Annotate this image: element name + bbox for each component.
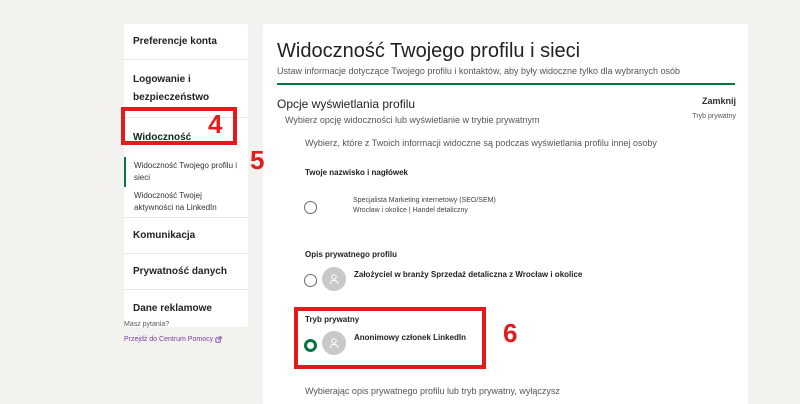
sidebar-subitem-activity[interactable]: Widoczność Twojej aktywności na LinkedIn (124, 187, 248, 217)
sidebar-item-label: Logowanie i bezpieczeństwo (133, 73, 210, 103)
page-title: Widoczność Twojego profilu i sieci (277, 40, 581, 62)
option-name-headline-title: Twoje nazwisko i nagłówek (305, 168, 408, 177)
sidebar-item-communication[interactable]: Komunikacja (124, 218, 248, 254)
external-link-icon (215, 336, 222, 343)
sidebar-subitem-label: Widoczność Twojej aktywności na LinkedIn (134, 191, 217, 212)
sidebar-item-data-privacy[interactable]: Prywatność danych (124, 254, 248, 290)
option-name-headline-line1: Specjalista Marketing internetowy (SEO/S… (353, 197, 496, 204)
option-name-headline-line2: Wrocław i okolice | Handel detaliczny (353, 207, 468, 214)
annotation-number-5: 5 (250, 145, 265, 175)
sidebar-item-label: Dane reklamowe (133, 302, 212, 314)
section-title: Opcje wyświetlania profilu (277, 97, 416, 111)
close-button[interactable]: Zamknij (702, 96, 736, 106)
sidebar-item-label: Preferencje konta (133, 35, 217, 47)
option-private-profile-title: Opis prywatnego profilu (305, 250, 398, 259)
radio-name-headline[interactable] (304, 201, 317, 214)
help-center-link[interactable]: Przejdź do Centrum Pomocy (124, 336, 222, 343)
page-subtitle: Ustaw informacje dotyczące Twojego profi… (277, 66, 681, 76)
sidebar-subitem-label: Widoczność Twojego profilu i sieci (134, 161, 238, 182)
annotation-number-6: 6 (503, 318, 518, 348)
annotation-number-4: 4 (208, 109, 223, 139)
help-question: Masz pytania? (124, 321, 170, 328)
avatar-placeholder (322, 267, 346, 291)
sidebar-subitems: Widoczność Twojego profilu i sieci Widoc… (124, 157, 248, 218)
sidebar-item-label: Prywatność danych (133, 265, 227, 277)
annotation-box-6 (294, 307, 486, 369)
intro-text: Wybierz, które z Twoich informacji widoc… (305, 138, 657, 148)
sidebar-item-label: Komunikacja (133, 229, 196, 241)
help-link-label: Przejdź do Centrum Pomocy (124, 336, 214, 343)
sidebar-item-account-preferences[interactable]: Preferencje konta (124, 24, 248, 60)
person-icon (329, 274, 339, 285)
sidebar-subitem-profile-network[interactable]: Widoczność Twojego profilu i sieci (124, 157, 248, 187)
settings-sidebar: Preferencje konta Logowanie i bezpieczeń… (124, 24, 248, 327)
section-subtitle: Wybierz opcję widoczności lub wyświetlan… (285, 115, 540, 125)
option-private-profile-text: Założyciel w branży Sprzedaż detaliczna … (354, 270, 583, 279)
current-mode-label: Tryb prywatny (692, 113, 736, 120)
radio-private-profile[interactable] (304, 274, 317, 287)
title-divider (277, 83, 735, 85)
bottom-text: Wybierając opis prywatnego profilu lub t… (305, 386, 560, 396)
